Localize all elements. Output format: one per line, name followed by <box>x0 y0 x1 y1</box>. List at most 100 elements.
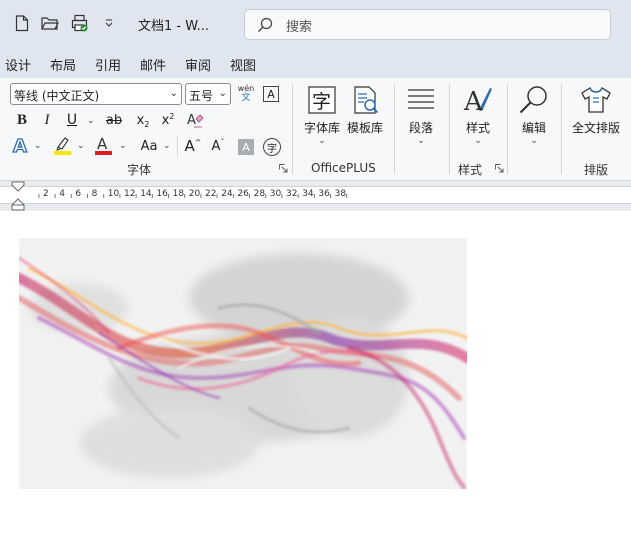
superscript-button[interactable]: x2 <box>158 110 178 130</box>
text-effects-icon[interactable]: A <box>11 136 31 156</box>
ruler-number: 24 <box>221 189 233 199</box>
divider <box>177 135 178 157</box>
ruler-number: 8 <box>91 189 98 199</box>
font-color-dropdown-icon[interactable]: ⌄ <box>119 141 127 151</box>
layout-group-label: 排版 <box>584 163 609 177</box>
svg-text:A: A <box>13 136 27 156</box>
phonetic-guide-button[interactable]: wén 文 <box>236 84 256 106</box>
font-size-select[interactable]: 五号 ⌄ <box>185 83 231 105</box>
italic-button[interactable]: I <box>37 110 57 130</box>
highlight-dropdown-icon[interactable]: ⌄ <box>77 141 85 151</box>
horizontal-ruler: 2 4 6 8 10 12 14 16 18 20 22 24 26 28 30 32 34 36 38 <box>0 181 631 211</box>
ruler-number: 4 <box>59 189 65 199</box>
ribbon-tabs: 设计 布局 引用 邮件 审阅 视图 <box>0 48 631 78</box>
full-text-layout-button[interactable]: 全文排版 <box>570 84 622 136</box>
document-canvas[interactable] <box>0 211 631 544</box>
italic-glyph: I <box>44 111 50 128</box>
svg-text:A: A <box>97 135 108 153</box>
enclose-characters-button[interactable]: 字 <box>263 138 281 156</box>
character-border-button[interactable]: A <box>263 86 279 102</box>
font-dialog-launcher-icon[interactable] <box>279 164 288 173</box>
new-document-icon[interactable] <box>13 14 31 32</box>
underline-dropdown-icon[interactable]: ⌄ <box>87 116 95 126</box>
tab-references[interactable]: 引用 <box>95 55 121 74</box>
editing-label: 编辑 <box>521 121 546 135</box>
ruler-number: 34 <box>302 189 314 199</box>
ruler-number: 16 <box>156 189 168 199</box>
phonetic-guide-bottom: 文 <box>241 93 251 103</box>
ruler-number: 28 <box>253 189 266 199</box>
enclose-characters-glyph: 字 <box>267 143 277 155</box>
paragraph-button[interactable]: 段落 ⌄ <box>404 84 438 146</box>
font-color-icon[interactable]: A <box>94 135 114 155</box>
chevron-down-icon: ⌄ <box>417 136 425 146</box>
group-separator <box>292 84 293 174</box>
ruler-number: 18 <box>172 189 185 199</box>
print-preview-icon[interactable] <box>71 14 89 32</box>
font-library-label: 字体库 <box>303 121 340 135</box>
font-group-label: 字体 <box>127 163 152 177</box>
officeplus-group-label: OfficePLUS <box>311 161 376 175</box>
chevron-down-icon: ⌄ <box>218 88 227 99</box>
paragraph-label: 段落 <box>408 121 433 135</box>
ruler-number: 20 <box>188 189 201 199</box>
clear-formatting-icon[interactable]: A <box>185 110 205 130</box>
font-library-icon: 字 <box>306 84 338 116</box>
template-library-button[interactable]: 模板库 <box>345 84 385 136</box>
character-shading-button[interactable]: A <box>238 139 254 155</box>
underline-button[interactable]: U <box>62 110 82 130</box>
tab-mailings[interactable]: 邮件 <box>140 55 166 74</box>
customize-quick-access-icon[interactable] <box>100 14 118 32</box>
title-bar: 文档1 - W... 搜索 <box>0 0 631 48</box>
font-name-select[interactable]: 等线 (中文正文) ⌄ <box>10 83 182 105</box>
abstract-swirl-artwork <box>19 238 467 489</box>
chevron-down-icon: ⌄ <box>474 136 482 146</box>
subscript-button[interactable]: x2 <box>133 110 153 130</box>
change-case-dropdown-icon[interactable]: ⌄ <box>163 141 171 151</box>
phonetic-guide-top: wén <box>237 84 255 93</box>
paragraph-align-icon <box>405 84 437 116</box>
tab-review[interactable]: 审阅 <box>185 55 211 74</box>
chevron-down-icon: ⌄ <box>169 88 178 99</box>
superscript-glyph: x <box>161 112 170 128</box>
subscript-glyph: x <box>136 112 145 128</box>
styles-button[interactable]: A 样式 ⌄ <box>461 84 495 146</box>
ruler-number: 14 <box>140 189 152 199</box>
change-case-button[interactable]: Aa <box>136 136 162 156</box>
shrink-font-button[interactable]: Aˇ <box>208 136 228 156</box>
group-separator <box>394 84 395 174</box>
ruler-number: 38 <box>334 189 347 199</box>
tab-view[interactable]: 视图 <box>230 55 256 74</box>
ruler-number: 2 <box>43 189 49 199</box>
ruler-number: 36 <box>318 189 330 199</box>
group-separator <box>449 84 450 174</box>
styles-icon: A <box>462 84 494 116</box>
group-separator <box>507 84 508 174</box>
template-library-icon <box>349 84 381 116</box>
grow-font-button[interactable]: A ^ <box>183 136 203 156</box>
full-text-layout-label: 全文排版 <box>571 121 620 135</box>
ruler-number: 10 <box>107 189 120 199</box>
find-icon <box>518 84 550 116</box>
tab-layout[interactable]: 布局 <box>50 55 76 74</box>
grow-font-glyph: A <box>184 137 195 155</box>
open-folder-icon[interactable] <box>41 14 59 32</box>
styles-button-label: 样式 <box>465 121 490 135</box>
editing-button[interactable]: 编辑 ⌄ <box>517 84 551 146</box>
styles-dialog-launcher-icon[interactable] <box>495 164 504 173</box>
search-input[interactable]: 搜索 <box>244 9 611 40</box>
change-case-glyph: Aa <box>140 138 158 154</box>
tab-design[interactable]: 设计 <box>5 55 31 74</box>
highlight-color-icon[interactable] <box>53 135 73 155</box>
indent-marker-icon[interactable] <box>11 181 25 214</box>
text-effects-dropdown-icon[interactable]: ⌄ <box>34 141 42 151</box>
svg-text:A: A <box>187 113 196 128</box>
strikethrough-button[interactable]: ab <box>104 110 124 130</box>
ruler-number: 22 <box>205 189 217 199</box>
bold-glyph: B <box>16 111 27 128</box>
bold-button[interactable]: B <box>12 110 32 130</box>
inserted-image[interactable] <box>19 238 467 489</box>
font-library-button[interactable]: 字 字体库 ⌄ <box>302 84 342 146</box>
character-border-glyph: A <box>267 87 275 101</box>
ribbon: 等线 (中文正文) ⌄ 五号 ⌄ wén 文 A B I U ⌄ ab x2 x… <box>0 78 631 181</box>
